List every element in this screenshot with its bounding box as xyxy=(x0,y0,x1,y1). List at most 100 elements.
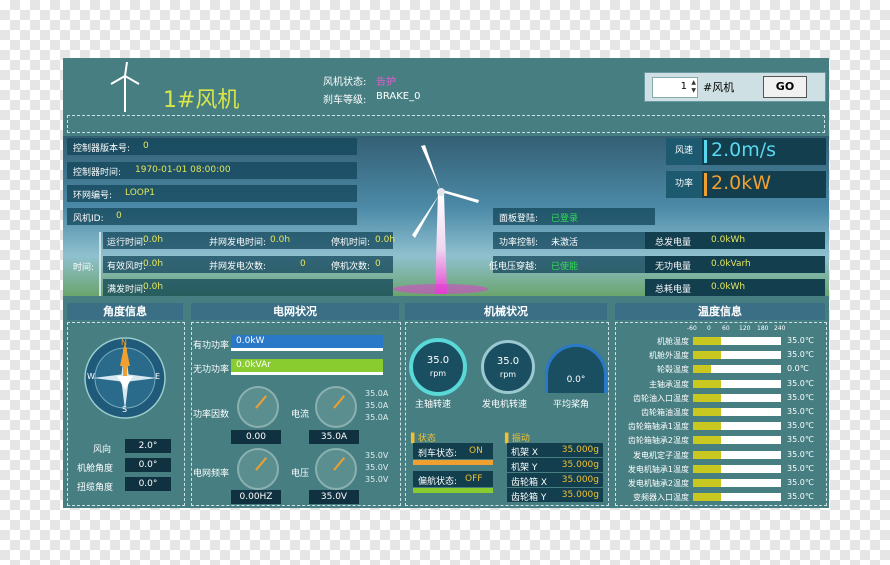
temp-row-bar xyxy=(693,393,781,402)
power-value: 2.0kW xyxy=(711,172,772,194)
temp-row-value: 35.0℃ xyxy=(787,449,814,459)
temp-row-value: 0.0℃ xyxy=(787,364,809,374)
temp-row-value: 35.0℃ xyxy=(787,421,814,431)
main-shaft-label: 主轴转速 xyxy=(415,400,452,410)
wind-speed-value: 2.0m/s xyxy=(711,139,777,161)
temp-row-fill xyxy=(693,379,722,388)
controller-time-value: 1970-01-01 08:00:00 xyxy=(135,165,231,175)
ring-label: 环网编号: xyxy=(73,191,113,201)
turbine-number-input[interactable]: 1 ▲ ▼ xyxy=(652,77,698,98)
temp-row-bar xyxy=(693,337,781,345)
brake-state-label: 刹车状态: xyxy=(418,449,458,459)
temp-row-value: 35.0℃ xyxy=(787,350,814,360)
brake-state-value: ON xyxy=(469,446,483,456)
temp-row-value: 35.0℃ xyxy=(787,435,814,445)
temp-row-bar xyxy=(693,379,781,388)
generator-unit: rpm xyxy=(499,370,517,379)
run-time-label: 运行时间: xyxy=(107,238,147,248)
stop-count-value: 0 xyxy=(375,259,381,269)
yaw-state-row: 偏航状态: OFF xyxy=(413,471,493,487)
temp-row-fill xyxy=(693,436,722,445)
power-accent xyxy=(704,173,707,196)
temp-row-value: 35.0℃ xyxy=(787,392,814,402)
version-value: 0 xyxy=(143,141,149,151)
reactive-energy-value: 0.0kVarh xyxy=(711,259,751,269)
yaw-state-indicator xyxy=(413,488,493,493)
turbine-id-row xyxy=(67,208,357,225)
vibration-row: 机架 X 35.000g xyxy=(507,443,603,458)
temp-row-fill xyxy=(693,479,722,487)
vibration-row: 齿轮箱 Y 35.000g xyxy=(507,488,603,503)
temp-row-value: 35.0℃ xyxy=(787,492,814,502)
run-time-value: 0.0h xyxy=(143,235,164,245)
panel-login-label: 面板登陆: xyxy=(499,214,539,224)
compass-east: E xyxy=(155,372,161,381)
temp-section-header: 温度信息 xyxy=(615,303,825,320)
lvrt-label: 低电压穿越: xyxy=(489,262,538,272)
grid-time-label: 并网发电时间: xyxy=(209,238,267,248)
grid-frequency-value: 0.00HZ xyxy=(231,490,281,504)
temp-row-value: 35.0℃ xyxy=(787,478,814,487)
generator-gauge: 35.0 rpm xyxy=(481,340,535,394)
go-button[interactable]: GO xyxy=(763,76,807,98)
temp-row-label: 主轴承温度 xyxy=(649,379,689,389)
reactive-energy-label: 无功电量 xyxy=(655,262,692,272)
temp-row-label: 齿轮箱油温度 xyxy=(641,408,689,417)
lvrt-value: 已使能 xyxy=(551,262,579,272)
wind-speed-metric: 风速 2.0m/s xyxy=(666,138,826,165)
turbine-suffix-label: #风机 xyxy=(703,81,735,94)
pitch-value: 0.0° xyxy=(566,375,586,385)
time-bracket xyxy=(99,232,101,296)
reactive-power-label: 无功功率 xyxy=(193,365,230,375)
current-phases: 35.0A 35.0A 35.0A xyxy=(365,389,389,422)
active-power-scale xyxy=(231,348,383,351)
yaw-state-label: 偏航状态: xyxy=(418,477,458,487)
consumption-label: 总耗电量 xyxy=(655,285,692,295)
reactive-power-bar: 0.0kVAr xyxy=(231,359,383,372)
grid-count-label: 并网发电次数: xyxy=(209,262,267,272)
power-label: 功率 xyxy=(666,171,702,198)
power-ctrl-label: 功率控制: xyxy=(499,238,539,248)
temp-row-label: 轮毂温度 xyxy=(657,365,689,375)
temp-row-label: 机舱温度 xyxy=(657,337,689,346)
grid-time-value: 0.0h xyxy=(270,235,291,245)
full-time-value: 0.0h xyxy=(143,282,164,292)
version-label: 控制器版本号: xyxy=(73,144,131,154)
grid-frequency-label: 电网频率 xyxy=(193,469,230,479)
temp-row-label: 变频器入口温度 xyxy=(633,493,689,503)
panel-login-value: 已登录 xyxy=(551,214,579,224)
temp-row-value: 35.0℃ xyxy=(787,336,814,345)
total-gen-value: 0.0kWh xyxy=(711,235,746,245)
temp-row-bar xyxy=(693,351,781,360)
reactive-energy-row: 无功电量 0.0kVarh xyxy=(645,256,825,273)
temp-row-value: 35.0℃ xyxy=(787,378,814,388)
turbine-id-value: 0 xyxy=(116,211,122,221)
wind-dir-label: 风向 xyxy=(93,445,112,455)
pitch-label: 平均桨角 xyxy=(553,400,590,410)
temp-row-value: 35.0℃ xyxy=(787,407,814,416)
temp-row-bar xyxy=(693,436,781,445)
wind-speed-label: 风速 xyxy=(666,138,702,165)
main-shaft-gauge: 35.0 rpm xyxy=(409,338,467,396)
vibration-row: 机架 Y 35.000g xyxy=(507,458,603,473)
total-gen-row: 总发电量 0.0kWh xyxy=(645,232,825,249)
compass-south: S xyxy=(122,405,128,414)
temp-row-label: 机舱外温度 xyxy=(649,351,689,361)
temp-row-label: 齿轮箱轴承1温度 xyxy=(627,422,689,432)
compass-west: W xyxy=(87,372,95,381)
temp-row-label: 齿轮油入口温度 xyxy=(633,393,689,403)
stop-time-value: 0.0h xyxy=(375,235,396,245)
angle-section-header: 角度信息 xyxy=(67,303,183,320)
active-power-bar: 0.0kW xyxy=(231,335,383,348)
temp-row-fill xyxy=(693,351,722,360)
main-shaft-rpm: 35.0 xyxy=(426,355,450,366)
stepper-arrows-icon[interactable]: ▲ ▼ xyxy=(691,79,696,95)
temp-row-fill xyxy=(693,493,722,502)
current-value: 35.0A xyxy=(309,430,359,444)
wind-time-value: 0.0h xyxy=(143,259,164,269)
temp-row-label: 发电机轴承2温度 xyxy=(627,479,689,488)
temp-row-value: 35.0℃ xyxy=(787,463,814,473)
yaw-state-value: OFF xyxy=(465,474,483,484)
nacelle-angle-label: 机舱角度 xyxy=(77,464,114,474)
temp-row-fill xyxy=(693,393,722,402)
